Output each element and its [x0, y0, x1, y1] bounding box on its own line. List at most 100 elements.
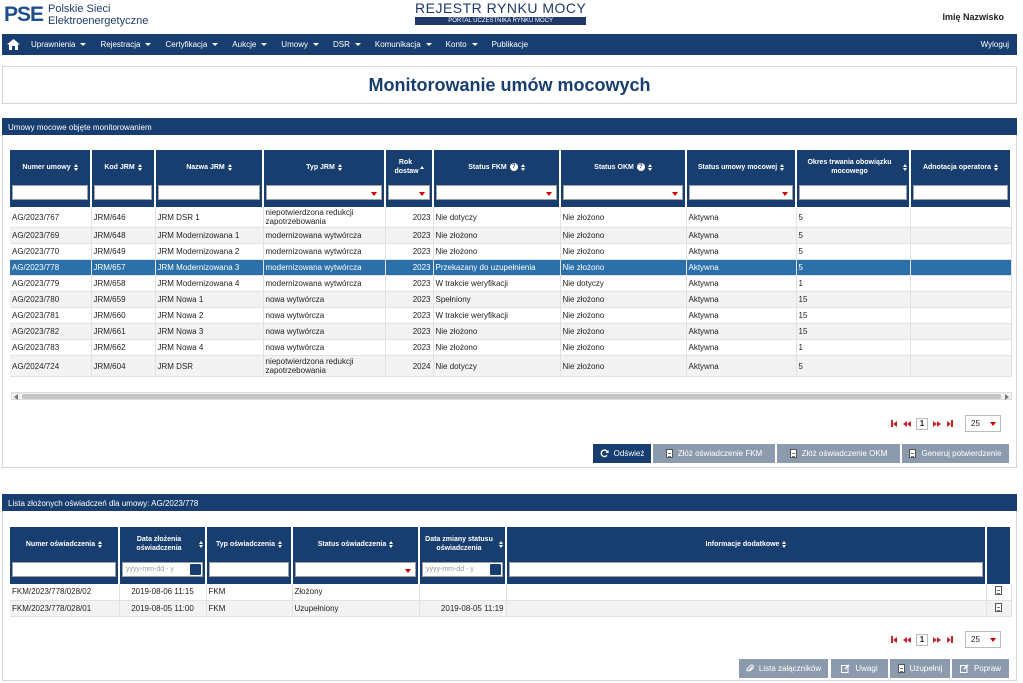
next-page-icon[interactable]: [933, 419, 941, 428]
nav-label: Rejestracja: [100, 40, 141, 49]
cell-kod-jrm: JRM/658: [91, 275, 156, 292]
col-typ-jrm[interactable]: Typ JRM: [263, 150, 386, 207]
current-page[interactable]: 1: [916, 417, 928, 430]
col-data-zmiany[interactable]: Data zmiany statusu oświadczenia yyyy-mm-…: [419, 527, 507, 584]
nav-uprawnienia[interactable]: Uprawnienia: [24, 40, 93, 49]
pdf-document-icon[interactable]: [995, 586, 1002, 596]
col-numer-oswiadczenia[interactable]: Numer oświadczenia: [10, 527, 120, 584]
filter-typ-jrm[interactable]: [266, 185, 382, 200]
complete-button[interactable]: Uzupełnij: [890, 659, 950, 678]
cell-actions: [986, 600, 1012, 617]
filter-status-fkm[interactable]: [436, 185, 557, 200]
col-data-zlozenia[interactable]: Data złożenia oświadczenia yyyy-mm-dd - y: [119, 527, 207, 584]
last-page-icon[interactable]: [946, 419, 954, 428]
table-row[interactable]: FKM/2023/778/028/02 2019-08-06 11:15 FKM Zł…: [10, 584, 1012, 601]
cell-rok-dostaw: 2023: [385, 259, 434, 276]
filter-nazwa-jrm[interactable]: [158, 185, 260, 200]
nav-publikacje[interactable]: Publikacje: [485, 40, 535, 49]
filter-data-zlozenia[interactable]: yyyy-mm-dd - y: [122, 562, 203, 577]
table-row[interactable]: AG/2023/782 JRM/661 JRM Nowa 3 nowa wytwórc…: [10, 323, 1012, 340]
table-row[interactable]: AG/2024/724 JRM/604 JRM DSR niepotwierdzona…: [10, 355, 1012, 377]
help-icon[interactable]: ?: [636, 163, 645, 171]
help-icon[interactable]: ?: [509, 163, 518, 171]
table-row[interactable]: AG/2023/780 JRM/659 JRM Nowa 1 nowa wytwórc…: [10, 291, 1012, 308]
col-informacje-dodatkowe[interactable]: Informacje dodatkowe: [506, 527, 987, 584]
horizontal-scrollbar[interactable]: [11, 392, 1012, 400]
filter-status-oswiadczenia[interactable]: [295, 562, 416, 577]
sort-icon: [647, 163, 652, 171]
col-okres-trwania[interactable]: Okres trwania obowiązku mocowego: [796, 150, 911, 207]
pdf-document-icon[interactable]: [995, 602, 1002, 612]
nav-aukcje[interactable]: Aukcje: [225, 40, 274, 49]
col-numer-umowy[interactable]: Numer umowy: [10, 150, 92, 207]
pse-logo[interactable]: PSE Polskie Sieci Elektroenergetyczne: [4, 3, 148, 27]
col-status-oswiadczenia[interactable]: Status oświadczenia: [292, 527, 420, 584]
current-page[interactable]: 1: [916, 633, 928, 646]
cell-numer-umowy: AG/2023/770: [10, 243, 92, 260]
filter-data-zmiany[interactable]: yyyy-mm-dd - y: [422, 562, 503, 577]
filter-status-okm[interactable]: [563, 185, 683, 200]
table-row[interactable]: AG/2023/778 JRM/657 JRM Modernizowana 3 mod…: [10, 259, 1012, 276]
prev-page-icon[interactable]: [903, 419, 911, 428]
cell-data-zlozenia: 2019-08-06 11:15: [119, 584, 207, 601]
filter-okres-trwania[interactable]: [799, 185, 907, 200]
table-row[interactable]: AG/2023/779 JRM/658 JRM Modernizowana 4 mod…: [10, 275, 1012, 292]
filter-numer-oswiadczenia[interactable]: [12, 562, 116, 577]
filter-adnotacja[interactable]: [913, 185, 1008, 200]
last-page-icon[interactable]: [946, 635, 954, 644]
next-page-icon[interactable]: [933, 635, 941, 644]
col-status-umowy[interactable]: Status umowy mocowej: [686, 150, 797, 207]
table-row[interactable]: FKM/2023/778/028/01 2019-08-05 11:00 FKM Uz…: [10, 600, 1012, 617]
attachments-list-button[interactable]: Lista załączników: [739, 659, 828, 678]
scrollbar-thumb[interactable]: [22, 394, 1001, 399]
submit-fkm-button[interactable]: Złóż oświadczenie FKM: [653, 444, 775, 463]
nav-konto[interactable]: Konto: [439, 40, 485, 49]
cell-kod-jrm: JRM/661: [91, 323, 156, 340]
nav-certyfikacja[interactable]: Certyfikacja: [158, 40, 225, 49]
remarks-button[interactable]: Uwagi: [831, 659, 888, 678]
correct-button[interactable]: Popraw: [952, 659, 1009, 678]
user-name[interactable]: Imię Nazwisko: [942, 12, 1004, 22]
col-nazwa-jrm[interactable]: Nazwa JRM: [155, 150, 264, 207]
col-typ-oswiadczenia[interactable]: Typ oświadczenia: [206, 527, 293, 584]
col-kod-jrm[interactable]: Kod JRM: [91, 150, 156, 207]
page-size-select[interactable]: 25: [965, 415, 1001, 432]
col-adnotacja[interactable]: Adnotacja operatora: [910, 150, 1012, 207]
filter-typ-oswiadczenia[interactable]: [209, 562, 289, 577]
filter-status-umowy[interactable]: [689, 185, 793, 200]
cell-data-zmiany: [419, 584, 507, 601]
first-page-icon[interactable]: [890, 635, 898, 644]
table-row[interactable]: AG/2023/770 JRM/649 JRM Modernizowana 2 mod…: [10, 243, 1012, 260]
filter-rok-dostaw[interactable]: [388, 185, 430, 200]
col-status-fkm[interactable]: Status FKM?: [433, 150, 561, 207]
scroll-right-icon[interactable]: [1005, 394, 1009, 400]
refresh-button[interactable]: Odśwież: [593, 444, 651, 463]
page-size-select[interactable]: 25: [965, 631, 1001, 648]
calendar-icon[interactable]: [190, 564, 201, 575]
calendar-icon[interactable]: [490, 564, 501, 575]
nav-umowy[interactable]: Umowy: [274, 40, 326, 49]
filter-kod-jrm[interactable]: [94, 185, 152, 200]
table-row[interactable]: AG/2023/781 JRM/660 JRM Nowa 2 nowa wytwórc…: [10, 307, 1012, 324]
cell-okres-trwania: 15: [796, 291, 911, 308]
table-row[interactable]: AG/2023/767 JRM/646 JRM DSR 1 niepotwierdzo…: [10, 207, 1012, 228]
first-page-icon[interactable]: [890, 419, 898, 428]
logout-link[interactable]: Wyloguj: [981, 40, 1017, 49]
cell-nazwa-jrm: JRM DSR: [155, 355, 264, 377]
home-icon[interactable]: [2, 39, 24, 50]
cell-kod-jrm: JRM/657: [91, 259, 156, 276]
submit-okm-button[interactable]: Złóż oświadczenie OKM: [777, 444, 900, 463]
table-row[interactable]: AG/2023/769 JRM/648 JRM Modernizowana 1 mod…: [10, 227, 1012, 244]
filter-informacje-dodatkowe[interactable]: [509, 562, 983, 577]
table-row[interactable]: AG/2023/783 JRM/662 JRM Nowa 4 nowa wytwórc…: [10, 339, 1012, 356]
prev-page-icon[interactable]: [903, 635, 911, 644]
cell-okres-trwania: 5: [796, 355, 911, 377]
col-status-okm[interactable]: Status OKM?: [560, 150, 687, 207]
generate-confirmation-button[interactable]: Generuj potwierdzenie: [902, 444, 1009, 463]
nav-rejestracja[interactable]: Rejestracja: [93, 40, 158, 49]
scroll-left-icon[interactable]: [14, 394, 18, 400]
nav-dsr[interactable]: DSR: [326, 40, 368, 49]
col-rok-dostaw[interactable]: Rok dostaw: [385, 150, 434, 207]
filter-numer-umowy[interactable]: [12, 185, 88, 200]
nav-komunikacja[interactable]: Komunikacja: [368, 40, 439, 49]
